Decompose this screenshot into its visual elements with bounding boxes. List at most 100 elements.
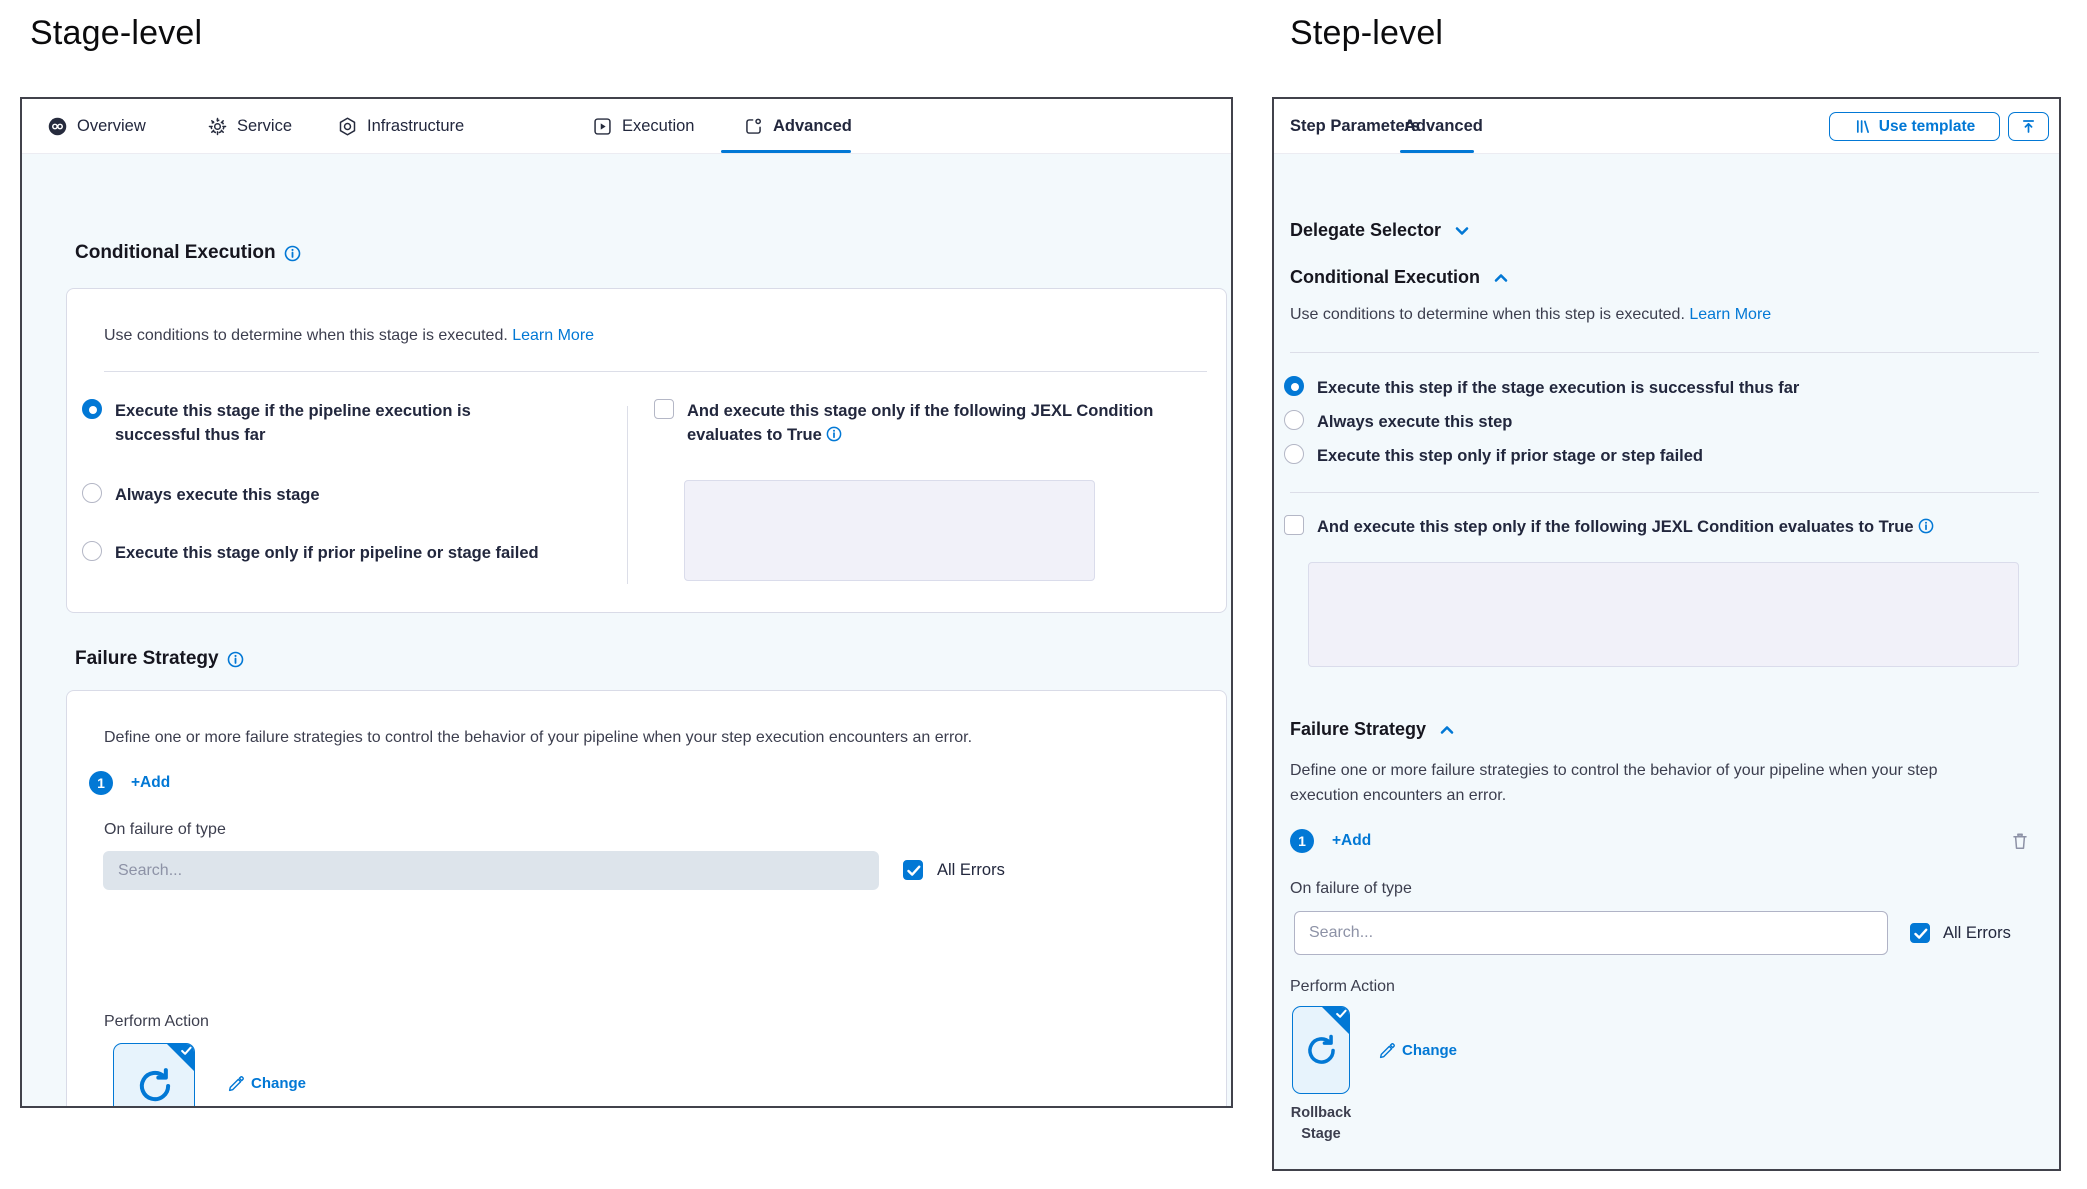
- add-strategy-button[interactable]: +Add: [131, 774, 170, 792]
- jexl-condition-textarea[interactable]: [1308, 562, 2019, 667]
- failure-type-search-input[interactable]: [103, 851, 879, 890]
- check-icon: [181, 1046, 192, 1056]
- active-tab-underline: [721, 150, 851, 153]
- radio-selected[interactable]: [82, 399, 102, 419]
- step-advanced-content: Delegate Selector Conditional Execution …: [1274, 154, 2059, 1169]
- use-template-button[interactable]: Use template: [1829, 112, 2000, 141]
- tab-execution-label: Execution: [622, 117, 694, 136]
- jexl-checkbox-row[interactable]: And execute this step only if the follow…: [1284, 515, 2024, 539]
- failure-type-search-input[interactable]: [1294, 911, 1888, 955]
- rollback-icon: [134, 1065, 176, 1107]
- all-errors-checkbox[interactable]: [1910, 923, 1930, 943]
- tab-advanced-label: Advanced: [1404, 117, 1483, 136]
- section-divider: [1290, 352, 2039, 353]
- info-icon[interactable]: [826, 426, 842, 442]
- tab-service-label: Service: [237, 117, 292, 136]
- delegate-selector-section[interactable]: Delegate Selector: [1290, 220, 1471, 241]
- screenshot-root: Stage-level Step-level Overview Service: [0, 0, 2087, 1189]
- rollback-action-card[interactable]: [1292, 1006, 1350, 1094]
- failure-strategy-heading: Failure Strategy: [75, 648, 244, 670]
- conditional-execution-card: Use conditions to determine when this st…: [66, 288, 1227, 613]
- radio-option-2[interactable]: Always execute this step: [1284, 410, 1512, 434]
- template-library-icon: [1854, 118, 1871, 135]
- service-icon: [207, 116, 228, 137]
- jexl-condition-textarea[interactable]: [684, 480, 1095, 581]
- radio-unselected[interactable]: [82, 483, 102, 503]
- info-icon[interactable]: [1918, 518, 1934, 534]
- rollback-action-card[interactable]: [113, 1043, 195, 1108]
- chevron-up-icon: [1492, 269, 1510, 287]
- tab-infrastructure[interactable]: Infrastructure: [337, 99, 464, 154]
- chevron-down-icon: [1453, 222, 1471, 240]
- conditional-description: Use conditions to determine when this st…: [1290, 306, 1771, 324]
- perform-action-label: Perform Action: [1290, 978, 1395, 996]
- tab-advanced[interactable]: Advanced: [743, 99, 852, 154]
- all-errors-checkbox[interactable]: [903, 860, 923, 880]
- radio-selected[interactable]: [1284, 376, 1304, 396]
- check-icon: [907, 865, 921, 877]
- overview-icon: [47, 116, 68, 137]
- step-tabbar: Step Parameters Advanced Use template: [1274, 99, 2059, 154]
- tab-advanced-label: Advanced: [773, 117, 852, 136]
- radio-option-3[interactable]: Execute this step only if prior stage or…: [1284, 444, 1703, 468]
- tab-overview[interactable]: Overview: [47, 99, 146, 154]
- check-icon: [1336, 1009, 1347, 1019]
- tab-service[interactable]: Service: [207, 99, 292, 154]
- add-strategy-button[interactable]: +Add: [1332, 832, 1371, 850]
- stage-advanced-panel: Overview Service Infrastructure: [20, 97, 1233, 1108]
- active-tab-underline: [1400, 150, 1474, 153]
- radio-unselected[interactable]: [1284, 444, 1304, 464]
- rollback-icon: [1303, 1032, 1340, 1069]
- step-advanced-panel: Step Parameters Advanced Use template De…: [1272, 97, 2061, 1171]
- learn-more-link[interactable]: Learn More: [1689, 306, 1771, 323]
- strategy-badge[interactable]: 1: [89, 771, 113, 795]
- failure-strategy-section[interactable]: Failure Strategy: [1290, 719, 1456, 740]
- jexl-checkbox-row[interactable]: And execute this stage only if the follo…: [654, 399, 1199, 447]
- tab-overview-label: Overview: [77, 117, 146, 136]
- section-divider: [1290, 492, 2039, 493]
- failure-description: Define one or more failure strategies to…: [1290, 758, 2010, 808]
- all-errors-label: All Errors: [937, 861, 1005, 880]
- tab-advanced[interactable]: Advanced: [1404, 99, 1483, 154]
- upload-yaml-button[interactable]: [2008, 112, 2049, 141]
- conditional-description: Use conditions to determine when this st…: [104, 327, 594, 345]
- perform-action-label: Perform Action: [104, 1013, 209, 1031]
- strategy-list-row: 1 +Add: [1290, 829, 1371, 853]
- change-action-link[interactable]: Change: [1378, 1041, 1457, 1059]
- on-failure-label: On failure of type: [104, 821, 226, 839]
- pencil-icon: [227, 1074, 245, 1092]
- failure-description: Define one or more failure strategies to…: [104, 729, 1204, 747]
- learn-more-link[interactable]: Learn More: [512, 327, 594, 344]
- execution-icon: [592, 116, 613, 137]
- tab-execution[interactable]: Execution: [592, 99, 694, 154]
- radio-option-3[interactable]: Execute this stage only if prior pipelin…: [82, 541, 539, 565]
- strategy-badge[interactable]: 1: [1290, 829, 1314, 853]
- delete-strategy-icon[interactable]: [2010, 831, 2030, 852]
- all-errors-row[interactable]: All Errors: [1910, 923, 2011, 943]
- upload-icon: [2020, 118, 2037, 135]
- all-errors-row[interactable]: All Errors: [903, 860, 1005, 880]
- info-icon[interactable]: [227, 651, 244, 668]
- stage-advanced-content: Conditional Execution Use conditions to …: [22, 154, 1231, 1106]
- radio-unselected[interactable]: [1284, 410, 1304, 430]
- tab-step-parameters[interactable]: Step Parameters: [1290, 99, 1420, 154]
- chevron-up-icon: [1438, 721, 1456, 739]
- conditional-execution-section[interactable]: Conditional Execution: [1290, 267, 1510, 288]
- strategy-list-row: 1 +Add: [89, 771, 170, 795]
- info-icon[interactable]: [284, 245, 301, 262]
- failure-strategy-card: Define one or more failure strategies to…: [66, 690, 1227, 1108]
- card-divider: [104, 371, 1207, 372]
- radio-option-1[interactable]: Execute this step if the stage execution…: [1284, 376, 1799, 400]
- infrastructure-icon: [337, 116, 358, 137]
- advanced-icon: [743, 116, 764, 137]
- change-action-link[interactable]: Change: [227, 1074, 306, 1092]
- jexl-checkbox[interactable]: [1284, 515, 1304, 535]
- stage-level-title: Stage-level: [30, 14, 202, 53]
- jexl-checkbox[interactable]: [654, 399, 674, 419]
- radio-option-2[interactable]: Always execute this stage: [82, 483, 320, 507]
- tab-step-parameters-label: Step Parameters: [1290, 117, 1420, 136]
- column-divider: [627, 406, 628, 584]
- radio-option-1[interactable]: Execute this stage if the pipeline execu…: [82, 399, 512, 447]
- pencil-icon: [1378, 1041, 1396, 1059]
- radio-unselected[interactable]: [82, 541, 102, 561]
